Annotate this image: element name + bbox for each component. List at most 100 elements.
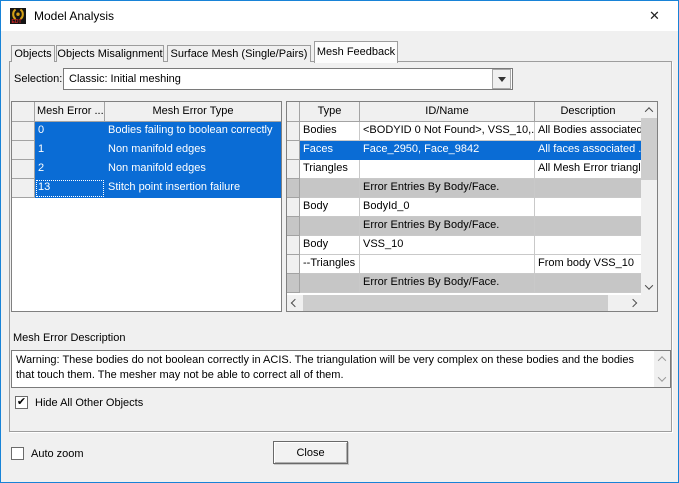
row-selector-cell[interactable] <box>287 255 300 274</box>
description-cell[interactable] <box>535 217 641 236</box>
feedback-row[interactable]: --Triangles From body VSS_10 <box>287 255 641 274</box>
tab-surface-mesh-single-pairs-[interactable]: Surface Mesh (Single/Pairs) <box>167 45 311 62</box>
id-name-cell[interactable]: <BODYID 0 Not Found>, VSS_10,... <box>360 122 535 141</box>
mesh-error-row[interactable]: 1 Non manifold edges <box>12 141 281 160</box>
mesh-error-type-cell[interactable]: Stitch point insertion failure <box>105 179 281 198</box>
row-selector-cell[interactable] <box>287 160 300 179</box>
id-name-cell[interactable]: BodyId_0 <box>360 198 535 217</box>
mesh-error-table: Mesh Error ... Mesh Error Type 0 Bodies f… <box>11 101 282 312</box>
feedback-row[interactable]: Triangles All Mesh Error triangle. <box>287 160 641 179</box>
row-selector-cell[interactable] <box>287 217 300 236</box>
feedback-row[interactable]: Faces Face_2950, Face_9842 All faces assoc… <box>287 141 641 160</box>
description-cell[interactable] <box>535 236 641 255</box>
feedback-table-header: Type ID/Name Description <box>287 102 641 122</box>
mesh-error-number-cell[interactable]: 13 <box>35 179 105 198</box>
app-logo-icon: EDT <box>10 8 26 24</box>
row-selector-cell[interactable] <box>287 274 300 293</box>
type-cell[interactable] <box>300 217 360 236</box>
separator-row[interactable]: Error Entries By Body/Face. <box>287 274 641 293</box>
vertical-scroll-thumb[interactable] <box>641 118 657 180</box>
description-cell[interactable] <box>535 274 641 293</box>
selection-combobox[interactable]: Classic: Initial meshing <box>63 68 513 90</box>
row-selector-cell[interactable] <box>12 141 35 160</box>
row-selector-cell[interactable] <box>12 122 35 141</box>
vertical-scroll-track[interactable] <box>641 118 657 279</box>
mesh-error-row[interactable]: 2 Non manifold edges <box>12 160 281 179</box>
tab-mesh-feedback[interactable]: Mesh Feedback <box>314 41 398 63</box>
description-cell[interactable]: All faces associated .. <box>535 141 641 160</box>
description-scrollbar[interactable] <box>654 351 670 387</box>
feedback-row[interactable]: Bodies <BODYID 0 Not Found>, VSS_10,... Al… <box>287 122 641 141</box>
feedback-row[interactable]: Body VSS_10 <box>287 236 641 255</box>
description-cell[interactable]: All Bodies associated <box>535 122 641 141</box>
separator-row[interactable]: Error Entries By Body/Face. <box>287 179 641 198</box>
tab-objects[interactable]: Objects <box>11 45 55 62</box>
type-header[interactable]: Type <box>300 102 360 122</box>
separator-row[interactable]: Error Entries By Body/Face. <box>287 217 641 236</box>
mesh-error-row[interactable]: 13 Stitch point insertion failure <box>12 179 281 198</box>
row-selector-cell[interactable] <box>287 198 300 217</box>
row-selector-cell[interactable] <box>287 236 300 255</box>
row-selector-cell[interactable] <box>287 141 300 160</box>
row-selector-cell[interactable] <box>287 122 300 141</box>
scroll-up-button[interactable] <box>641 102 657 118</box>
checkmark-icon: ✔ <box>16 396 27 408</box>
hide-other-objects-checkbox[interactable]: ✔ <box>15 396 28 409</box>
mesh-error-row[interactable]: 0 Bodies failing to boolean correctly <box>12 122 281 141</box>
type-cell[interactable]: Faces <box>300 141 360 160</box>
mesh-error-number-cell[interactable]: 1 <box>35 141 105 160</box>
vertical-scrollbar[interactable] <box>641 102 657 295</box>
type-cell[interactable]: --Triangles <box>300 255 360 274</box>
horizontal-scroll-thumb[interactable] <box>303 295 608 311</box>
mesh-error-type-cell[interactable]: Non manifold edges <box>105 141 281 160</box>
mesh-error-number-cell[interactable]: 0 <box>35 122 105 141</box>
mesh-error-type-cell[interactable]: Bodies failing to boolean correctly <box>105 122 281 141</box>
description-cell[interactable] <box>535 179 641 198</box>
id-name-cell[interactable]: Face_2950, Face_9842 <box>360 141 535 160</box>
horizontal-scroll-track[interactable] <box>303 295 625 311</box>
id-name-cell[interactable]: VSS_10 <box>360 236 535 255</box>
row-selector-cell[interactable] <box>12 179 35 198</box>
type-cell[interactable] <box>300 179 360 198</box>
scroll-up-button[interactable] <box>654 351 670 367</box>
mesh-error-type-header[interactable]: Mesh Error Type <box>105 102 281 122</box>
description-cell[interactable] <box>535 198 641 217</box>
type-cell[interactable]: Body <box>300 236 360 255</box>
combobox-dropdown-button[interactable] <box>492 69 511 89</box>
scroll-down-button[interactable] <box>641 279 657 295</box>
title-bar: EDT Model Analysis ✕ <box>1 1 678 31</box>
id-name-cell[interactable]: Error Entries By Body/Face. <box>360 274 535 293</box>
close-button-label: Close <box>296 446 325 459</box>
feedback-row[interactable]: Body BodyId_0 <box>287 198 641 217</box>
type-cell[interactable]: Triangles <box>300 160 360 179</box>
auto-zoom-checkbox[interactable] <box>11 447 24 460</box>
row-selector-cell[interactable] <box>12 160 35 179</box>
description-cell[interactable]: From body VSS_10 <box>535 255 641 274</box>
horizontal-scrollbar[interactable] <box>287 295 657 311</box>
chevron-right-icon <box>628 298 638 308</box>
description-cell[interactable]: All Mesh Error triangle. <box>535 160 641 179</box>
description-header[interactable]: Description <box>535 102 641 122</box>
close-button[interactable]: Close <box>273 441 348 464</box>
type-cell[interactable]: Bodies <box>300 122 360 141</box>
close-window-icon[interactable]: ✕ <box>632 2 677 30</box>
scroll-down-button[interactable] <box>654 371 670 387</box>
chevron-left-icon <box>290 298 300 308</box>
scroll-right-button[interactable] <box>625 295 641 311</box>
scroll-left-button[interactable] <box>287 295 303 311</box>
id-name-cell[interactable]: Error Entries By Body/Face. <box>360 217 535 236</box>
mesh-error-number-cell[interactable]: 2 <box>35 160 105 179</box>
mesh-error-number-header[interactable]: Mesh Error ... <box>35 102 105 122</box>
id-name-cell[interactable] <box>360 160 535 179</box>
selection-combobox-value: Classic: Initial meshing <box>69 73 181 85</box>
tab-objects-misalignment[interactable]: Objects Misalignment <box>56 45 164 62</box>
mesh-error-type-cell[interactable]: Non manifold edges <box>105 160 281 179</box>
id-name-header[interactable]: ID/Name <box>360 102 535 122</box>
type-cell[interactable] <box>300 274 360 293</box>
auto-zoom-row: Auto zoom <box>11 447 84 460</box>
id-name-cell[interactable] <box>360 255 535 274</box>
id-name-cell[interactable]: Error Entries By Body/Face. <box>360 179 535 198</box>
type-cell[interactable]: Body <box>300 198 360 217</box>
row-selector-cell[interactable] <box>287 179 300 198</box>
mesh-error-description-label: Mesh Error Description <box>13 332 126 344</box>
